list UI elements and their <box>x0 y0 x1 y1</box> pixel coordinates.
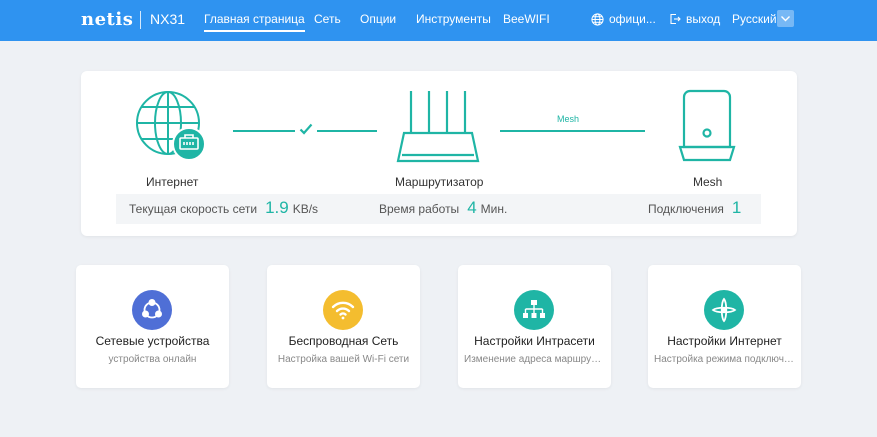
feature-title: Беспроводная Сеть <box>288 334 399 348</box>
official-site-label: офици... <box>609 12 656 26</box>
lan-settings-card[interactable]: Настройки Интрасети Изменение адреса мар… <box>458 265 611 388</box>
mesh-connection-line <box>500 130 645 132</box>
connections[interactable]: Подключения 1 <box>648 194 745 224</box>
nav-beewifi[interactable]: BeeWIFI <box>503 12 550 26</box>
globe-icon <box>591 12 604 26</box>
check-icon <box>299 123 313 135</box>
feature-title: Настройки Интрасети <box>474 334 595 348</box>
network-devices-card[interactable]: Сетевые устройства устройства онлайн <box>76 265 229 388</box>
wifi-icon <box>323 290 363 330</box>
speed-unit: KB/s <box>292 202 319 216</box>
internet-globe-icon[interactable] <box>134 89 206 161</box>
logout-label: выход <box>686 12 721 26</box>
router-icon[interactable] <box>396 87 480 165</box>
router-label: Маршрутизатор <box>395 175 484 189</box>
connection-line <box>317 130 377 132</box>
official-site-link[interactable]: офици... <box>591 12 656 26</box>
wireless-network-card[interactable]: Беспроводная Сеть Настройка вашей Wi-Fi … <box>267 265 420 388</box>
devices-icon <box>132 290 172 330</box>
network-speed: Текущая скорость сети 1.9 KB/s <box>129 194 318 224</box>
nav-options[interactable]: Опции <box>360 12 396 26</box>
stats-bar: Текущая скорость сети 1.9 KB/s Время раб… <box>116 194 761 224</box>
internet-settings-icon <box>704 290 744 330</box>
feature-subtitle: Настройка режима подключения <box>654 354 795 365</box>
uptime-unit: Мин. <box>480 202 508 216</box>
speed-label: Текущая скорость сети <box>129 202 258 216</box>
network-status-card: Интернет Маршрутизатор Mesh Mesh Текущая… <box>81 71 797 236</box>
connection-line <box>233 130 295 132</box>
lan-icon <box>514 290 554 330</box>
logo-separator <box>140 11 141 29</box>
feature-subtitle: Настройка вашей Wi-Fi сети <box>277 354 410 365</box>
connections-value: 1 <box>731 198 742 217</box>
top-header: netis NX31 Главная страница Сеть Опции И… <box>0 0 877 41</box>
chevron-down-icon <box>781 16 790 22</box>
feature-subtitle: Изменение адреса маршрутизатора <box>464 354 605 365</box>
nav-network[interactable]: Сеть <box>314 12 341 26</box>
uptime-label: Время работы <box>379 202 460 216</box>
netis-logo[interactable]: netis <box>81 9 133 30</box>
speed-value: 1.9 <box>265 198 289 217</box>
internet-label: Интернет <box>146 175 199 189</box>
feature-title: Сетевые устройства <box>95 334 210 348</box>
language-label[interactable]: Русский <box>732 12 777 26</box>
internet-settings-card[interactable]: Настройки Интернет Настройка режима подк… <box>648 265 801 388</box>
feature-title: Настройки Интернет <box>667 334 782 348</box>
mesh-label: Mesh <box>693 175 723 189</box>
uptime: Время работы 4 Мин. <box>379 194 507 224</box>
mesh-node-icon[interactable] <box>676 87 738 165</box>
logout-button[interactable]: выход <box>669 12 720 26</box>
connections-label: Подключения <box>648 202 724 216</box>
feature-subtitle: устройства онлайн <box>108 354 197 365</box>
logout-icon <box>670 13 681 25</box>
nav-home[interactable]: Главная страница <box>204 12 305 32</box>
nav-tools[interactable]: Инструменты <box>416 12 491 26</box>
mesh-link-label: Mesh <box>557 114 580 124</box>
uptime-value: 4 <box>467 198 477 217</box>
model-name: NX31 <box>150 11 186 27</box>
